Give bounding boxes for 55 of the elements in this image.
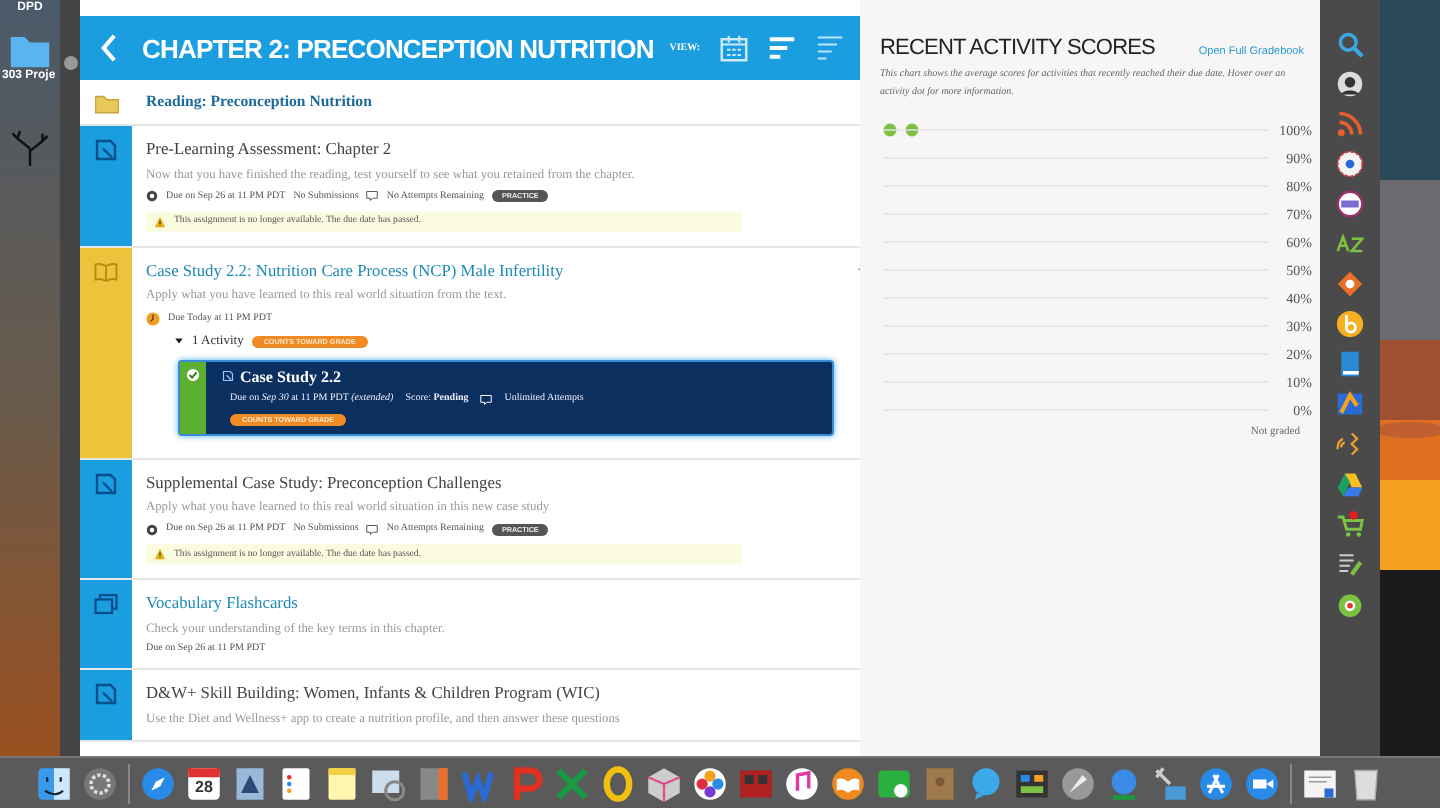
window-icon[interactable] bbox=[1014, 766, 1050, 802]
caret-icon[interactable] bbox=[174, 336, 184, 346]
book-icon bbox=[94, 259, 118, 283]
trash-icon[interactable] bbox=[1348, 766, 1384, 802]
ring-icon[interactable] bbox=[600, 766, 636, 802]
chapter-title: CHAPTER 2: PRECONCEPTION NUTRITION bbox=[142, 33, 656, 63]
drive-icon[interactable] bbox=[1336, 470, 1364, 498]
folder-icon bbox=[93, 90, 119, 116]
search-icon[interactable] bbox=[1336, 30, 1364, 58]
panel-title: RECENT ACTIVITY SCORES bbox=[880, 36, 1155, 60]
activity-title[interactable]: Case Study 2.2 bbox=[240, 367, 341, 385]
list-icon[interactable] bbox=[278, 766, 314, 802]
video-camera-icon[interactable] bbox=[1244, 766, 1280, 802]
circle-logo-icon[interactable] bbox=[1336, 310, 1364, 338]
warning-icon bbox=[154, 215, 166, 227]
comment-icon[interactable] bbox=[366, 190, 379, 202]
item-title[interactable]: Supplemental Case Study: Preconception Challenges bbox=[146, 473, 502, 491]
item-title[interactable]: D&W+ Skill Building: Women, Infants & Children Program (WIC) bbox=[146, 684, 600, 702]
score-dots[interactable] bbox=[883, 123, 919, 137]
pencil-page-icon bbox=[94, 471, 118, 495]
clock-icon bbox=[146, 311, 160, 325]
item-title[interactable]: Pre-Learning Assessment: Chapter 2 bbox=[146, 140, 392, 158]
chat-bubble-icon[interactable] bbox=[968, 766, 1004, 802]
comment-icon[interactable] bbox=[366, 523, 379, 535]
dictionary-icon[interactable] bbox=[1336, 230, 1364, 258]
item-title[interactable]: Case Study 2.2: Nutrition Care Process (NCP) Male Infertility bbox=[146, 261, 564, 279]
pencil-page-icon bbox=[222, 370, 234, 382]
compass-icon[interactable] bbox=[140, 766, 176, 802]
item-title[interactable]: Vocabulary Flashcards bbox=[146, 594, 298, 612]
book-icon[interactable] bbox=[830, 766, 866, 802]
checklist-icon[interactable] bbox=[1336, 550, 1364, 578]
app-store-icon[interactable] bbox=[1198, 766, 1234, 802]
badge-icon[interactable] bbox=[1336, 150, 1364, 178]
cart-icon[interactable] bbox=[1336, 510, 1364, 538]
pencil-page-icon bbox=[94, 682, 118, 706]
cards-icon bbox=[94, 592, 118, 616]
pencil-page-icon bbox=[94, 138, 118, 162]
preview-icon[interactable] bbox=[370, 766, 406, 802]
rss-icon[interactable] bbox=[1336, 110, 1364, 138]
gear-icon[interactable] bbox=[82, 766, 118, 802]
flower-icon[interactable] bbox=[692, 766, 728, 802]
list-item[interactable] bbox=[80, 247, 860, 459]
back-icon[interactable] bbox=[100, 34, 118, 62]
document-thumbnail-icon[interactable] bbox=[1302, 766, 1338, 802]
cube-icon[interactable] bbox=[646, 766, 682, 802]
calendar-icon[interactable]: 28 bbox=[186, 766, 222, 802]
notes-icon[interactable] bbox=[324, 766, 360, 802]
book-icon[interactable] bbox=[1336, 350, 1364, 378]
diamond-icon[interactable] bbox=[1336, 270, 1364, 298]
music-icon[interactable] bbox=[784, 766, 820, 802]
list-view-icon[interactable] bbox=[768, 34, 796, 62]
warning-icon bbox=[154, 548, 166, 560]
sound-wave-icon[interactable] bbox=[1336, 430, 1364, 458]
finder-icon[interactable] bbox=[36, 766, 72, 802]
profile-icon[interactable] bbox=[1336, 70, 1364, 98]
